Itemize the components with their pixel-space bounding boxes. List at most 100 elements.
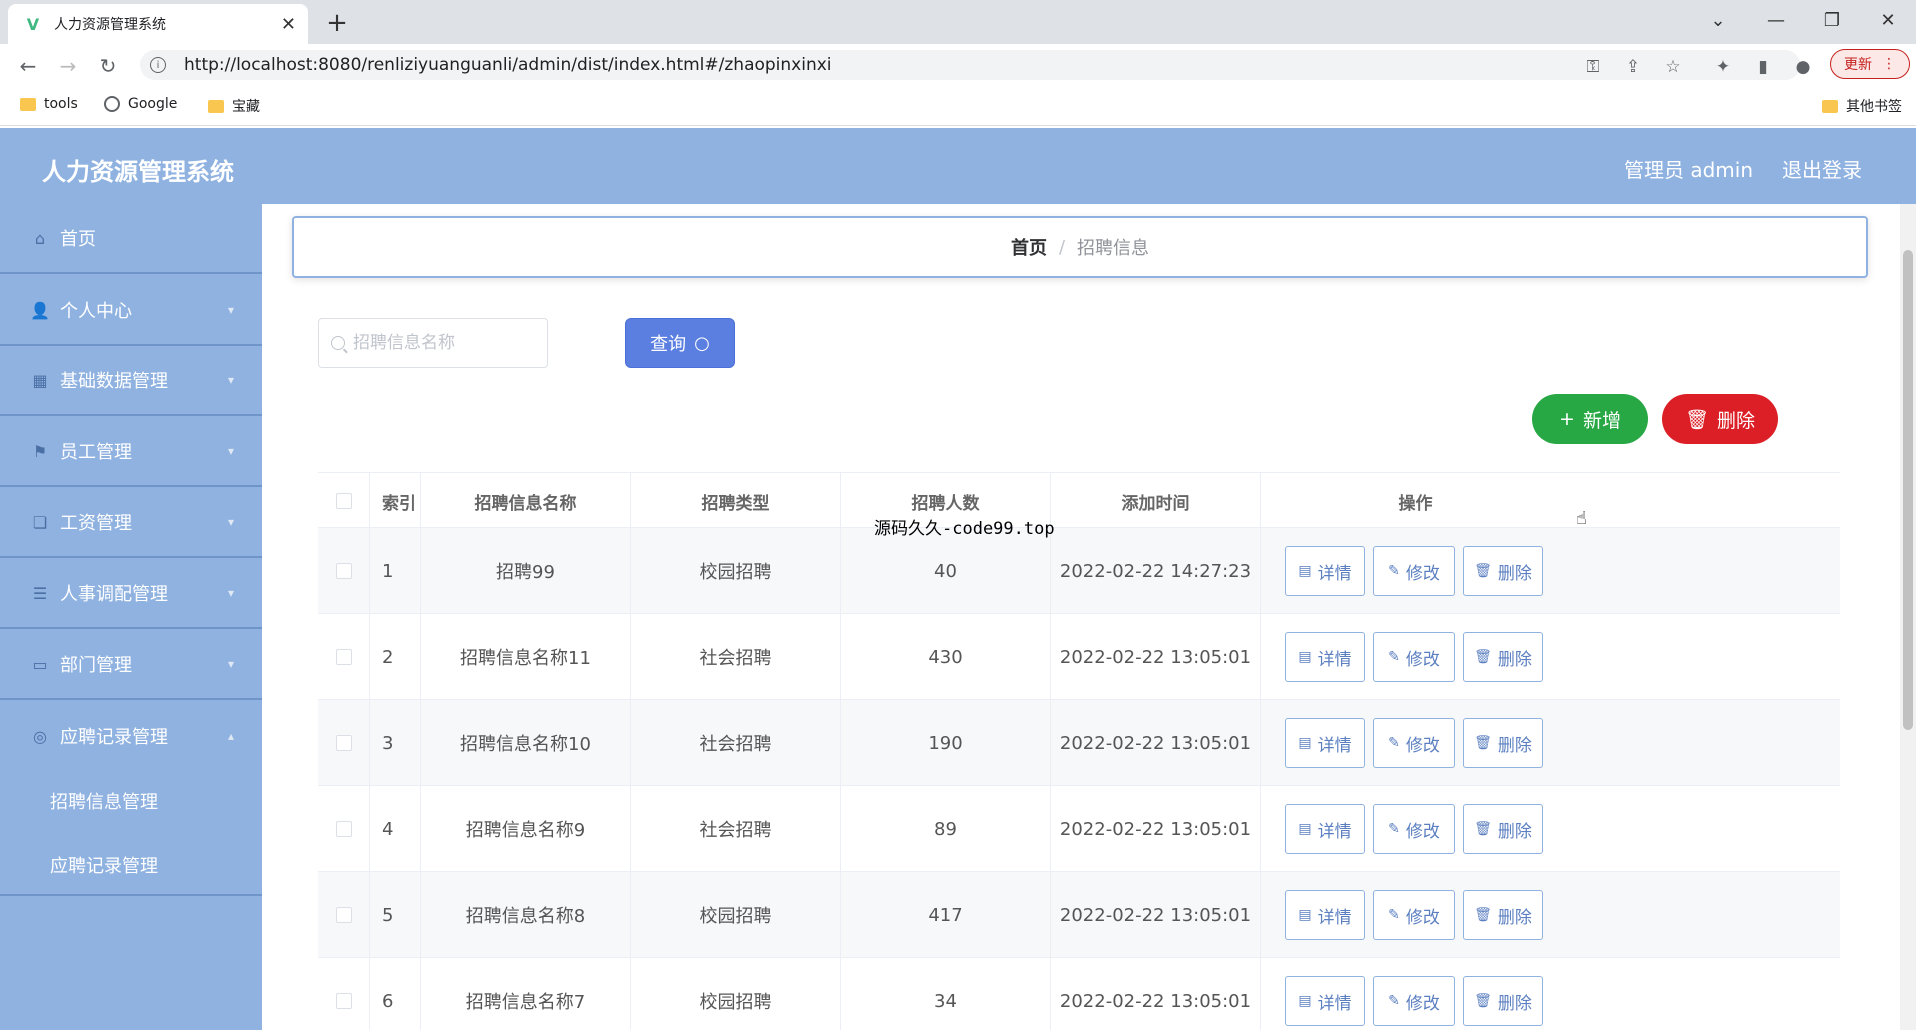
sidebar-item-application[interactable]: ◎ 应聘记录管理 ▴: [0, 701, 262, 771]
sidebar-item-label: 人事调配管理: [60, 584, 168, 605]
trash-icon: 🗑: [1474, 821, 1492, 837]
browser-tab-bar: V 人力资源管理系统 ✕ + ⌄ — ❐ ✕: [0, 0, 1916, 44]
delete-label: 删除: [1497, 563, 1532, 584]
row-delete-button[interactable]: 🗑 删除: [1463, 804, 1543, 854]
new-tab-icon[interactable]: +: [322, 8, 352, 38]
row-checkbox[interactable]: [335, 563, 352, 579]
row-delete-button[interactable]: 🗑 删除: [1463, 890, 1543, 940]
edit-button[interactable]: ✎ 修改: [1373, 546, 1455, 596]
row-checkbox[interactable]: [335, 735, 352, 751]
cell-name: 招聘信息名称9: [421, 786, 631, 872]
breadcrumb-home[interactable]: 首页: [1011, 234, 1047, 260]
cell-index: 6: [370, 958, 421, 1030]
share-icon[interactable]: ⇪: [1622, 56, 1644, 78]
row-select-cell: [318, 614, 370, 700]
detail-button[interactable]: ▤ 详情: [1285, 546, 1365, 596]
scrollbar-thumb[interactable]: [1903, 250, 1913, 730]
extensions-icon[interactable]: ✦: [1712, 56, 1734, 78]
row-checkbox[interactable]: [335, 993, 352, 1009]
detail-button[interactable]: ▤ 详情: [1285, 976, 1365, 1026]
sidebar-item-label: 个人中心: [60, 301, 132, 322]
cell-actions: ▤ 详情 ✎ 修改 🗑 删除: [1261, 872, 1570, 958]
add-button[interactable]: + 新增: [1532, 394, 1648, 444]
table-row: 6 招聘信息名称7 校园招聘 34 2022-02-22 13:05:01 ▤ 详情 ✎ 修改 🗑…: [318, 958, 1840, 1030]
detail-label: 详情: [1317, 821, 1352, 842]
browser-tab[interactable]: V 人力资源管理系统 ✕: [8, 4, 308, 44]
folder-icon: [1822, 99, 1838, 113]
document-icon: ▤: [1298, 821, 1312, 837]
minimize-icon[interactable]: —: [1748, 0, 1804, 40]
edit-icon: ✎: [1388, 993, 1400, 1009]
batch-delete-button[interactable]: 🗑 删除: [1662, 394, 1778, 444]
tab-search-icon[interactable]: ⌄: [1690, 0, 1746, 40]
restore-icon[interactable]: ❐: [1804, 0, 1860, 40]
chevron-down-icon: ▾: [227, 303, 234, 317]
detail-button[interactable]: ▤ 详情: [1285, 804, 1365, 854]
edit-button[interactable]: ✎ 修改: [1373, 804, 1455, 854]
app-title: 人力资源管理系统: [42, 158, 234, 186]
other-bookmarks[interactable]: 其他书签: [1822, 96, 1902, 116]
update-button[interactable]: 更新 ⋮: [1830, 49, 1910, 79]
side-panel-icon[interactable]: ▮: [1752, 56, 1774, 78]
star-icon[interactable]: ☆: [1662, 56, 1684, 78]
edit-icon: ✎: [1388, 563, 1400, 579]
sidebar-item-salary[interactable]: ❏ 工资管理 ▾: [0, 488, 262, 558]
row-checkbox[interactable]: [335, 821, 352, 837]
sidebar-item-label: 应聘记录管理: [60, 727, 168, 748]
sidebar-item-employee[interactable]: ⚑ 员工管理 ▾: [0, 417, 262, 487]
info-icon[interactable]: i: [150, 57, 166, 73]
row-checkbox[interactable]: [335, 907, 352, 923]
row-checkbox[interactable]: [335, 649, 352, 665]
select-all-checkbox[interactable]: [335, 493, 352, 509]
reload-icon[interactable]: ↻: [94, 52, 122, 80]
edit-label: 修改: [1405, 993, 1440, 1014]
bookmark-baozang[interactable]: 宝藏: [208, 96, 260, 116]
trash-icon: 🗑: [1474, 563, 1492, 579]
search-icon: ○: [694, 332, 710, 354]
query-label: 查询: [650, 334, 687, 355]
submenu-label: 招聘信息管理: [50, 792, 158, 813]
bookmark-google[interactable]: Google: [104, 96, 177, 112]
search-input[interactable]: [353, 333, 543, 353]
back-icon[interactable]: ←: [14, 52, 42, 80]
close-window-icon[interactable]: ✕: [1860, 0, 1916, 40]
detail-button[interactable]: ▤ 详情: [1285, 890, 1365, 940]
sidebar-item-personal-center[interactable]: 👤 个人中心 ▾: [0, 276, 262, 346]
submenu-recruitment-info[interactable]: 招聘信息管理: [0, 769, 262, 833]
detail-button[interactable]: ▤ 详情: [1285, 718, 1365, 768]
folder-icon: [208, 99, 224, 113]
delete-label: 删除: [1497, 649, 1532, 670]
row-delete-button[interactable]: 🗑 删除: [1463, 632, 1543, 682]
header-actions: 操作: [1398, 493, 1433, 514]
edit-button[interactable]: ✎ 修改: [1373, 718, 1455, 768]
edit-button[interactable]: ✎ 修改: [1373, 890, 1455, 940]
close-tab-icon[interactable]: ✕: [281, 14, 296, 35]
forward-icon[interactable]: →: [54, 52, 82, 80]
edit-label: 修改: [1405, 649, 1440, 670]
sidebar-item-personnel[interactable]: ☰ 人事调配管理 ▾: [0, 559, 262, 629]
logout-link[interactable]: 退出登录: [1782, 154, 1862, 183]
profile-icon[interactable]: ●: [1792, 56, 1814, 78]
trash-icon: 🗑: [1474, 907, 1492, 923]
row-delete-button[interactable]: 🗑 删除: [1463, 546, 1543, 596]
row-delete-button[interactable]: 🗑 删除: [1463, 718, 1543, 768]
key-icon[interactable]: ⚿: [1582, 56, 1604, 78]
edit-label: 修改: [1405, 821, 1440, 842]
row-delete-button[interactable]: 🗑 删除: [1463, 976, 1543, 1026]
edit-label: 修改: [1405, 563, 1440, 584]
compass-icon: ◎: [33, 726, 47, 746]
search-field[interactable]: [318, 318, 548, 368]
edit-icon: ✎: [1388, 649, 1400, 665]
sidebar-item-basic-data[interactable]: ▦ 基础数据管理 ▾: [0, 346, 262, 416]
query-button[interactable]: 查询 ○: [625, 318, 735, 368]
sidebar-item-department[interactable]: ▭ 部门管理 ▾: [0, 630, 262, 700]
edit-button[interactable]: ✎ 修改: [1373, 632, 1455, 682]
submenu-application-records[interactable]: 应聘记录管理: [0, 833, 262, 897]
address-bar[interactable]: i http://localhost:8080/renliziyuanguanl…: [140, 50, 1800, 80]
sidebar-item-home[interactable]: ⌂ 首页: [0, 204, 262, 274]
cell-actions: ▤ 详情 ✎ 修改 🗑 删除: [1261, 528, 1570, 614]
cell-count: 34: [841, 958, 1051, 1030]
bookmark-tools[interactable]: tools: [20, 96, 78, 112]
edit-button[interactable]: ✎ 修改: [1373, 976, 1455, 1026]
detail-button[interactable]: ▤ 详情: [1285, 632, 1365, 682]
